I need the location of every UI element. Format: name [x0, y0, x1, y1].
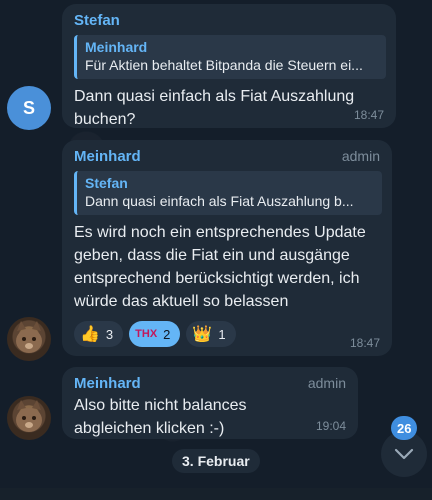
reply-sender: Meinhard — [85, 39, 148, 55]
avatar[interactable] — [7, 396, 51, 440]
date-separator: 3. Februar — [172, 449, 260, 473]
reactions-bar: 👍 3 THX 2 👑 1 — [74, 321, 382, 347]
unread-count-badge[interactable]: 26 — [391, 416, 418, 440]
chevron-down-icon — [394, 448, 414, 460]
reply-preview[interactable]: Meinhard Für Aktien behaltet Bitpanda di… — [74, 35, 386, 79]
cat-avatar-icon — [16, 400, 42, 432]
avatar-letter: S — [22, 97, 35, 118]
message-input-bar[interactable] — [0, 488, 432, 500]
reaction-crown[interactable]: 👑 1 — [186, 321, 236, 347]
message-text: Es wird noch ein entsprechendes Update g… — [74, 224, 371, 310]
message-time: 19:04 — [315, 419, 346, 433]
avatar[interactable] — [7, 317, 51, 361]
reply-sender: Stefan — [85, 175, 128, 191]
reaction-count: 3 — [105, 326, 114, 342]
reply-text: Dann quasi einfach als Fiat Auszahlung b… — [85, 193, 354, 209]
admin-badge: admin — [341, 148, 380, 164]
message-time: 18:47 — [353, 108, 384, 122]
thumbs-up-icon: 👍 — [80, 326, 100, 343]
reaction-count: 2 — [163, 326, 171, 342]
reaction-thumbs-up[interactable]: 👍 3 — [74, 321, 124, 347]
thx-sticker-icon: THX — [135, 328, 158, 340]
reaction-count: 1 — [218, 326, 226, 342]
reaction-thx[interactable]: THX 2 — [129, 321, 181, 347]
message-bubble[interactable]: Stefan Meinhard Für Aktien behaltet Bitp… — [62, 4, 396, 128]
sender-name[interactable]: Meinhard — [74, 148, 382, 165]
message-text: Also bitte nicht balances abgleichen kli… — [74, 397, 251, 437]
avatar[interactable]: S — [7, 86, 51, 130]
message-bubble[interactable]: Meinhard admin Stefan Dann quasi einfach… — [62, 140, 392, 356]
cat-avatar-icon — [16, 321, 42, 353]
admin-badge: admin — [307, 375, 346, 391]
reply-preview[interactable]: Stefan Dann quasi einfach als Fiat Ausza… — [74, 171, 382, 215]
reply-text: Für Aktien behaltet Bitpanda die Steuern… — [85, 57, 363, 73]
message-bubble[interactable]: Meinhard admin Also bitte nicht balances… — [62, 367, 358, 439]
crown-icon: 👑 — [192, 326, 213, 343]
message-text: Dann quasi einfach als Fiat Auszahlung b… — [74, 88, 359, 128]
message-time: 18:47 — [349, 336, 380, 350]
sender-name[interactable]: Stefan — [74, 12, 386, 29]
